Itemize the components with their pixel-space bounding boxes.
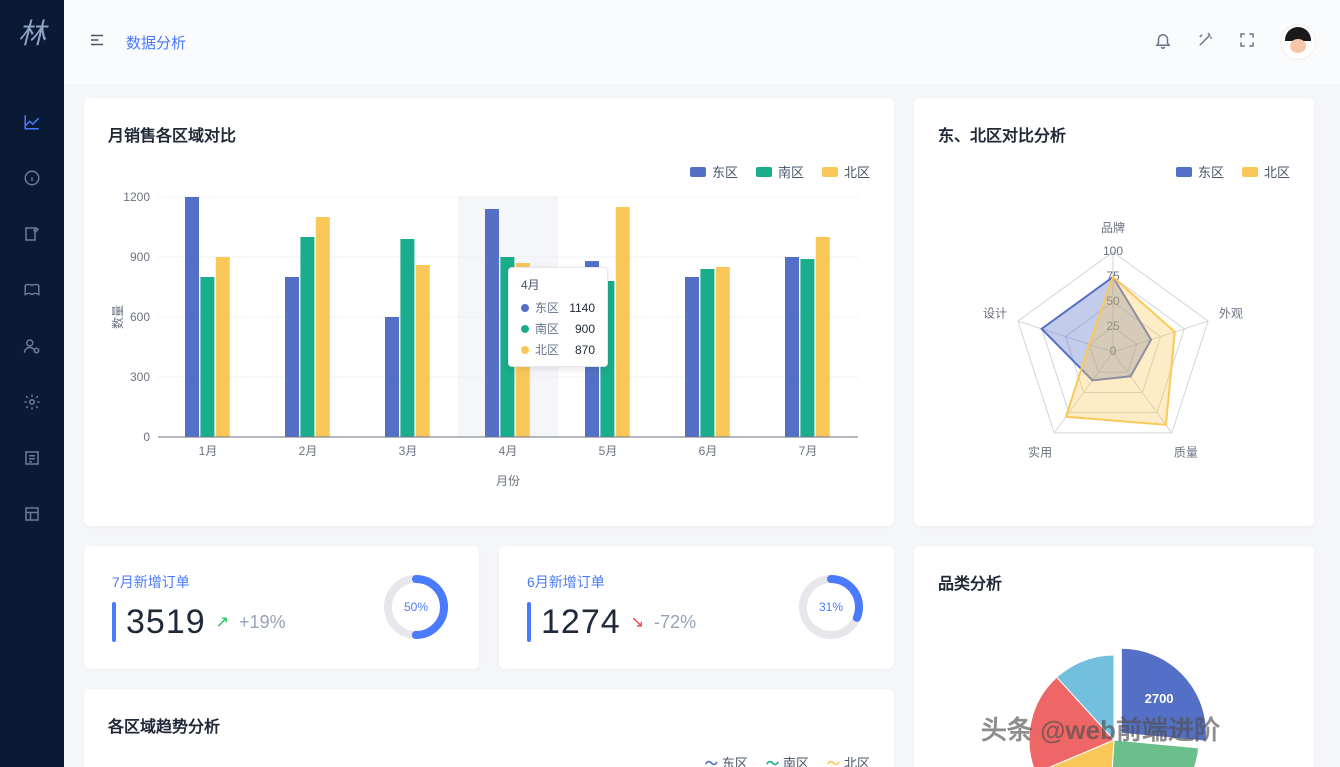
svg-text:2月: 2月 xyxy=(299,444,318,458)
stat-value: 3519 xyxy=(126,603,206,642)
svg-text:600: 600 xyxy=(130,310,150,324)
svg-text:900: 900 xyxy=(130,250,150,264)
legend-item[interactable]: 北区 xyxy=(822,162,870,181)
nav-edit[interactable] xyxy=(12,214,52,254)
donut-progress: 50% xyxy=(381,572,451,642)
radar-chart[interactable]: 品牌外观质量实用设计0255075100 xyxy=(938,187,1290,492)
svg-text:品牌: 品牌 xyxy=(1101,221,1125,235)
svg-text:1200: 1200 xyxy=(123,190,150,204)
logo: 林 xyxy=(18,12,46,52)
stat-title: 6月新增订单 xyxy=(527,572,796,592)
svg-text:5月: 5月 xyxy=(599,444,618,458)
donut-progress: 31% xyxy=(796,572,866,642)
nav-list[interactable] xyxy=(12,438,52,478)
breadcrumb[interactable]: 数据分析 xyxy=(126,32,186,53)
stat-card-july: 7月新增订单 3519 ↗ +19% 50% xyxy=(84,546,479,669)
svg-text:质量: 质量 xyxy=(1174,445,1198,459)
arrow-down-icon: ↘ xyxy=(631,612,644,632)
legend-item[interactable]: 南区 xyxy=(756,162,804,181)
magic-icon[interactable] xyxy=(1196,31,1214,54)
nav-info[interactable] xyxy=(12,158,52,198)
bell-icon[interactable] xyxy=(1154,31,1172,54)
card-title: 品类分析 xyxy=(938,570,1290,594)
svg-text:300: 300 xyxy=(130,370,150,384)
svg-text:4月: 4月 xyxy=(499,444,518,458)
stat-value: 1274 xyxy=(541,603,621,642)
svg-text:7月: 7月 xyxy=(799,444,818,458)
stat-accent-bar xyxy=(112,602,116,642)
stat-card-june: 6月新增订单 1274 ↘ -72% 31% xyxy=(499,546,894,669)
sidebar: 林 xyxy=(0,0,64,767)
card-title: 各区域趋势分析 xyxy=(108,713,870,737)
bar-legend: 东区 南区 北区 xyxy=(108,162,870,181)
svg-text:数量: 数量 xyxy=(110,305,125,329)
card-title: 东、北区对比分析 xyxy=(938,122,1290,146)
svg-text:月份: 月份 xyxy=(496,474,520,488)
legend-item[interactable]: 北区 xyxy=(1242,162,1290,181)
nav-user[interactable] xyxy=(12,326,52,366)
svg-text:2700: 2700 xyxy=(1145,691,1174,706)
topbar: 数据分析 xyxy=(64,0,1340,84)
avatar[interactable] xyxy=(1280,24,1316,60)
pie-chart[interactable]: 2700 xyxy=(938,610,1290,767)
menu-toggle-icon[interactable] xyxy=(88,31,106,54)
fullscreen-icon[interactable] xyxy=(1238,31,1256,54)
svg-text:1月: 1月 xyxy=(199,444,218,458)
stat-change: +19% xyxy=(239,612,286,633)
card-title: 月销售各区域对比 xyxy=(108,122,870,146)
stat-title: 7月新增订单 xyxy=(112,572,381,592)
svg-text:外观: 外观 xyxy=(1219,307,1243,321)
content: 月销售各区域对比 东区 南区 北区 0 300 600 900 1200 1月 2月 3月 4月… xyxy=(64,84,1340,767)
nav-analytics[interactable] xyxy=(12,102,52,142)
bar-chart[interactable]: 030060090012001月2月3月4月5月6月7月月份数量 4月 东区11… xyxy=(108,187,870,502)
legend-item[interactable]: 东区 xyxy=(690,162,738,181)
legend-item[interactable]: 〜东区 xyxy=(705,753,748,767)
svg-text:6月: 6月 xyxy=(699,444,718,458)
card-radar: 东、北区对比分析 东区 北区 品牌外观质量实用设计0255075100 xyxy=(914,98,1314,526)
stats-row: 7月新增订单 3519 ↗ +19% 50% 6月新增订单 xyxy=(84,546,894,669)
legend-item[interactable]: 〜北区 xyxy=(827,753,870,767)
svg-text:0: 0 xyxy=(143,430,150,444)
svg-text:实用: 实用 xyxy=(1028,444,1052,459)
svg-text:3月: 3月 xyxy=(399,444,418,458)
stat-accent-bar xyxy=(527,602,531,642)
card-pie: 品类分析 2700 xyxy=(914,546,1314,767)
svg-text:100: 100 xyxy=(1103,244,1123,258)
nav-layout[interactable] xyxy=(12,494,52,534)
stat-change: -72% xyxy=(654,612,696,633)
nav-settings[interactable] xyxy=(12,382,52,422)
nav-book[interactable] xyxy=(12,270,52,310)
legend-item[interactable]: 东区 xyxy=(1176,162,1224,181)
svg-text:设计: 设计 xyxy=(983,307,1007,321)
card-monthly-sales: 月销售各区域对比 东区 南区 北区 0 300 600 900 1200 1月 2月 3月 4月… xyxy=(84,98,894,526)
arrow-up-icon: ↗ xyxy=(216,612,229,632)
trend-legend: 〜东区 〜南区 〜北区 xyxy=(108,753,870,767)
card-trend: 各区域趋势分析 〜东区 〜南区 〜北区 200 xyxy=(84,689,894,767)
radar-legend: 东区 北区 xyxy=(938,162,1290,181)
legend-item[interactable]: 〜南区 xyxy=(766,753,809,767)
